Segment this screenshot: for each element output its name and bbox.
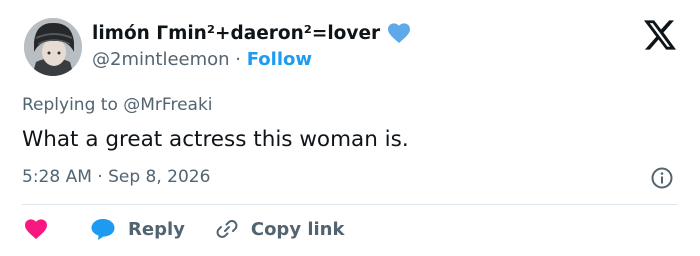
- author-handle-line: @2mintleemon · Follow: [92, 49, 312, 70]
- tweet-timestamp[interactable]: 5:28 AM · Sep 8, 2026: [22, 167, 210, 187]
- reply-context: Replying to @MrFreaki: [22, 95, 213, 115]
- tweet-text: What a great actress this woman is.: [22, 127, 409, 152]
- copy-link-label: Copy link: [250, 218, 345, 240]
- handle-separator: ·: [229, 49, 247, 70]
- author-display-name: limón Γmin²+daeron²=lover: [92, 22, 381, 44]
- x-logo-icon[interactable]: [644, 20, 676, 50]
- author-handle[interactable]: @2mintleemon: [92, 49, 230, 70]
- copy-link-button[interactable]: Copy link: [215, 217, 345, 241]
- like-button[interactable]: [24, 218, 90, 240]
- speech-bubble-icon: [91, 219, 115, 240]
- info-icon[interactable]: [650, 166, 674, 190]
- divider: [22, 204, 678, 205]
- author-name[interactable]: limón Γmin²+daeron²=lover: [92, 22, 411, 44]
- avatar[interactable]: [24, 18, 82, 76]
- red-heart-icon: [25, 219, 47, 239]
- blue-heart-icon: [387, 22, 411, 44]
- action-bar: Reply Copy link: [24, 214, 344, 244]
- reply-button[interactable]: Reply: [90, 217, 185, 241]
- follow-button[interactable]: Follow: [247, 49, 312, 70]
- reply-label: Reply: [128, 218, 185, 240]
- link-icon: [216, 220, 238, 238]
- reply-prefix: Replying to: [22, 95, 124, 115]
- avatar-image: [24, 18, 82, 76]
- reply-mention-link[interactable]: @MrFreaki: [123, 95, 212, 115]
